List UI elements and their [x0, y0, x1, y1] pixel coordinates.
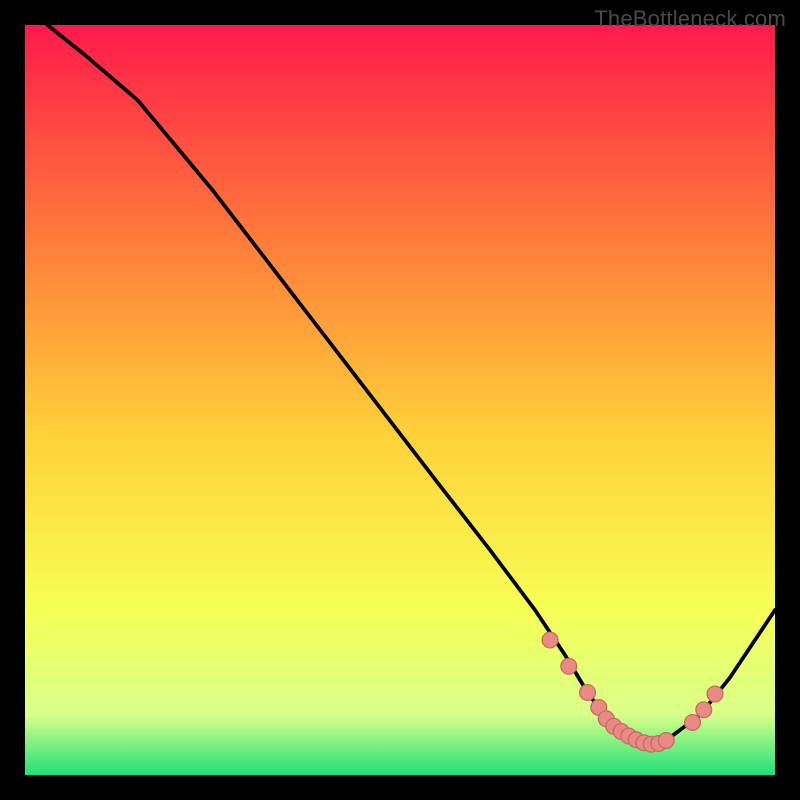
- marker-point: [658, 733, 674, 749]
- highlight-markers: [542, 632, 723, 752]
- marker-point: [707, 686, 723, 702]
- marker-point: [561, 658, 577, 674]
- chart-frame: TheBottleneck.com: [0, 0, 800, 800]
- chart-svg: [25, 25, 775, 775]
- watermark-label: TheBottleneck.com: [594, 6, 786, 32]
- marker-point: [580, 685, 596, 701]
- bottleneck-curve: [48, 25, 776, 745]
- marker-point: [685, 715, 701, 731]
- marker-point: [542, 632, 558, 648]
- plot-area: [25, 25, 775, 775]
- marker-point: [696, 702, 712, 718]
